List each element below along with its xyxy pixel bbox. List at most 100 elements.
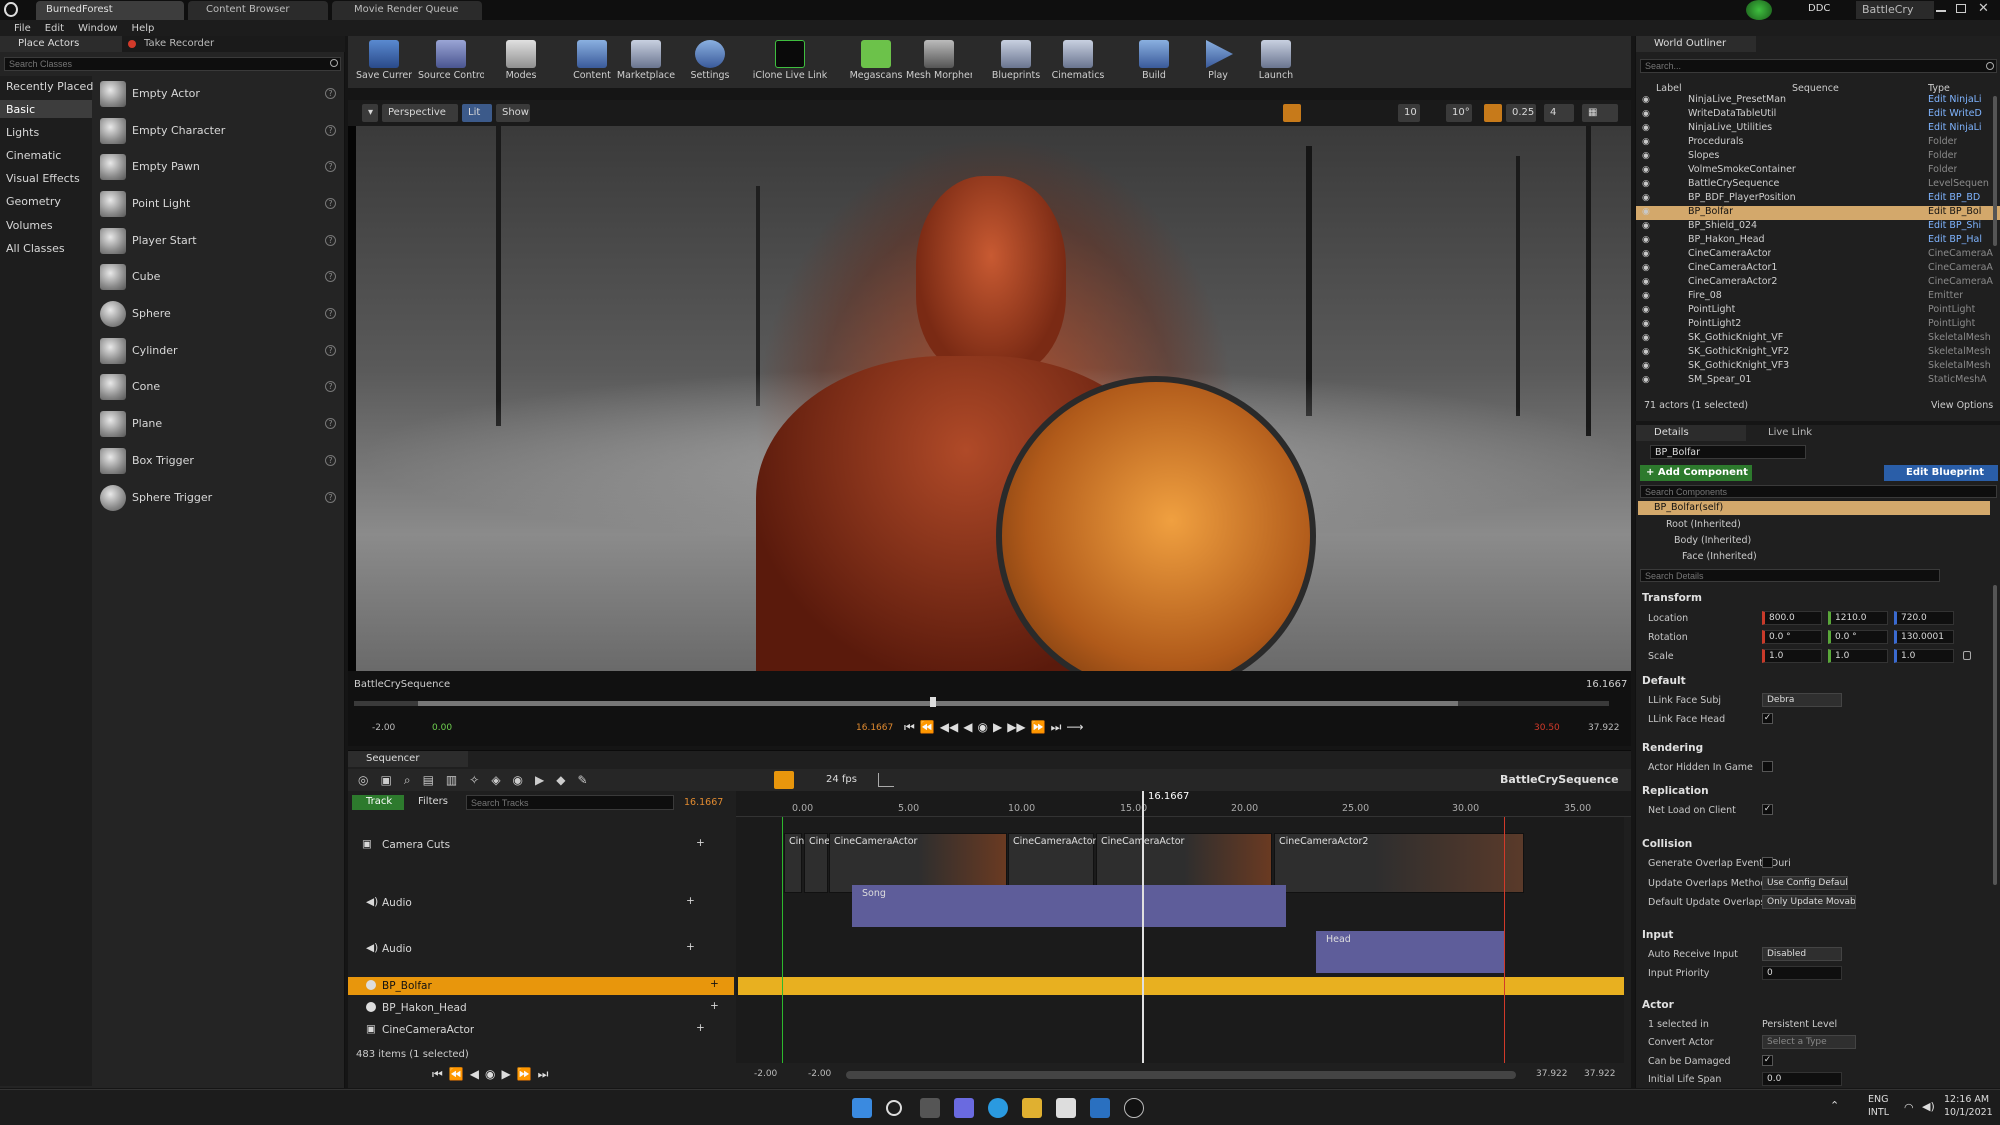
add-icon[interactable]: + <box>686 895 695 907</box>
track-audio-1[interactable]: ◀) Audio + <box>352 887 732 923</box>
outliner-row-type[interactable]: Edit WriteD <box>1928 108 1982 119</box>
help-icon[interactable]: ? <box>325 198 336 209</box>
visibility-eye-icon[interactable]: ◉ <box>1642 347 1650 357</box>
search-classes-input[interactable] <box>4 57 341 71</box>
menu-edit[interactable]: Edit <box>45 23 64 34</box>
tab-burnedforest[interactable]: BurnedForest <box>36 1 184 20</box>
play-icon[interactable]: ▶ <box>501 1067 510 1081</box>
reverse-play-icon[interactable]: ◀ <box>963 720 972 734</box>
outliner-row[interactable]: ◉ BP_Hakon_Head Edit BP_Hal <box>1636 234 2000 248</box>
outliner-row[interactable]: ◉ PointLight2 PointLight <box>1636 318 2000 332</box>
maximize-icon[interactable] <box>1956 4 1966 13</box>
visibility-eye-icon[interactable]: ◉ <box>1642 193 1650 203</box>
section-collision[interactable]: Collision <box>1642 838 1692 850</box>
clock-date[interactable]: 10/1/2021 <box>1944 1107 1993 1118</box>
scene-render[interactable] <box>356 126 1631 696</box>
help-icon[interactable]: ? <box>325 271 336 282</box>
jump-to-end-icon[interactable]: ⏭ <box>538 1067 549 1082</box>
visibility-eye-icon[interactable]: ◉ <box>1642 109 1650 119</box>
visibility-eye-icon[interactable]: ◉ <box>1642 291 1650 301</box>
outliner-row[interactable]: ◉ BP_Shield_024 Edit BP_Shi <box>1636 220 2000 234</box>
outliner-search-input[interactable] <box>1640 59 1997 73</box>
category-lights[interactable]: Lights <box>6 126 39 139</box>
initial-life-field[interactable]: 0.0 <box>1762 1072 1842 1086</box>
visibility-eye-icon[interactable]: ◉ <box>1642 333 1650 343</box>
details-scrollbar[interactable] <box>1993 585 1997 885</box>
outliner-row-type[interactable]: Edit BP_BD <box>1928 192 1980 203</box>
layout-icon[interactable]: ▦ <box>1582 104 1618 122</box>
store-icon[interactable] <box>1056 1098 1076 1118</box>
jump-to-start-icon[interactable]: ⏮ <box>432 1067 443 1082</box>
visibility-eye-icon[interactable]: ◉ <box>1642 221 1650 231</box>
scale-z-field[interactable]: 1.0 <box>1894 649 1954 663</box>
track-camera-cuts[interactable]: ▣ Camera Cuts + <box>352 829 732 865</box>
input-priority-field[interactable]: 0 <box>1762 966 1842 980</box>
update-overlap-dropdown[interactable]: Use Config Default <box>1762 876 1848 890</box>
show-button[interactable]: Show <box>496 104 530 122</box>
save-icon[interactable]: ▣ <box>380 773 391 787</box>
jump-to-start-icon[interactable]: ⏮ <box>904 720 915 735</box>
clock-time[interactable]: 12:16 AM <box>1944 1094 1989 1105</box>
outliner-row-type[interactable]: Edit NinjaLi <box>1928 122 1982 133</box>
camera-cut-clip[interactable]: CineCameraActor1 <box>1008 833 1102 893</box>
menu-help[interactable]: Help <box>132 23 155 34</box>
place-item-cylinder[interactable]: Cylinder? <box>98 335 342 369</box>
outliner-row[interactable]: ◉ SK_GothicKnight_VF2 SkeletalMesh <box>1636 346 2000 360</box>
visibility-icon[interactable]: ◉ <box>513 773 523 787</box>
level-viewport[interactable]: ▾ Perspective Lit Show 10 10° 0.25 4 ▦ B… <box>348 100 1631 746</box>
face-subj-dropdown[interactable]: Debra <box>1762 693 1842 707</box>
view-range-start[interactable]: -2.00 <box>754 1069 777 1079</box>
track-bp-hakon-head[interactable]: BP_Hakon_Head + <box>352 999 732 1017</box>
visibility-eye-icon[interactable]: ◉ <box>1642 95 1650 105</box>
tab-details[interactable]: Details <box>1636 425 1746 441</box>
place-item-empty-pawn[interactable]: Empty Pawn? <box>98 151 342 185</box>
default-update-dropdown[interactable]: Only Update Movable <box>1762 895 1856 909</box>
world-icon[interactable]: ◎ <box>358 773 368 787</box>
visibility-eye-icon[interactable]: ◉ <box>1642 263 1650 273</box>
tab-content-browser[interactable]: Content Browser <box>188 1 328 20</box>
camera-icon[interactable]: ▤ <box>423 773 434 787</box>
ddc-label[interactable]: DDC <box>1808 3 1830 14</box>
loop-icon[interactable]: ⟶ <box>1066 720 1083 734</box>
camera-cut-clip[interactable]: Cine <box>804 833 830 893</box>
scale-snap-icon[interactable] <box>1484 104 1502 122</box>
scale-y-field[interactable]: 1.0 <box>1828 649 1888 663</box>
place-item-cube[interactable]: Cube? <box>98 261 342 295</box>
outliner-row[interactable]: ◉ BattleCrySequence LevelSequen <box>1636 178 2000 192</box>
place-item-empty-actor[interactable]: Empty Actor? <box>98 78 342 112</box>
grid-snap-value[interactable]: 10 <box>1398 104 1420 122</box>
outliner-row[interactable]: ◉ CineCameraActor1 CineCameraA <box>1636 262 2000 276</box>
outliner-row[interactable]: ◉ BP_BDF_PlayerPosition Edit BP_BD <box>1636 192 2000 206</box>
snap-icon[interactable] <box>774 771 794 789</box>
place-item-player-start[interactable]: Player Start? <box>98 225 342 259</box>
place-item-sphere[interactable]: Sphere? <box>98 298 342 332</box>
tab-sequencer[interactable]: Sequencer <box>348 751 468 767</box>
visibility-eye-icon[interactable]: ◉ <box>1642 207 1650 217</box>
wifi-icon[interactable]: ◠ <box>1904 1101 1914 1114</box>
minimize-icon[interactable] <box>1936 10 1946 12</box>
component-root[interactable]: Root (Inherited) <box>1666 519 1741 530</box>
save-current-button[interactable]: Save Current <box>356 36 412 88</box>
column-sequence[interactable]: Sequence <box>1792 83 1839 94</box>
reverse-play-icon[interactable]: ◀ <box>470 1067 479 1081</box>
rotation-x-field[interactable]: 0.0 ° <box>1762 630 1822 644</box>
help-icon[interactable]: ? <box>325 125 336 136</box>
task-view-icon[interactable] <box>920 1098 940 1118</box>
track-audio-2[interactable]: ◀) Audio + <box>352 933 732 969</box>
camera-cut-clip[interactable]: Cin <box>784 833 804 893</box>
rotation-y-field[interactable]: 0.0 ° <box>1828 630 1888 644</box>
tab-movie-render-queue[interactable]: Movie Render Queue <box>332 1 482 20</box>
outliner-row-type[interactable]: Edit BP_Bol <box>1928 206 1981 217</box>
key-icon[interactable]: ◆ <box>556 773 565 787</box>
component-self[interactable]: BP_Bolfar(self) <box>1654 502 1723 513</box>
location-y-field[interactable]: 1210.0 <box>1828 611 1888 625</box>
section-rendering[interactable]: Rendering <box>1642 742 1703 754</box>
filters-button[interactable]: Filters <box>408 796 448 807</box>
outliner-row[interactable]: ◉ NinjaLive_Utilities Edit NinjaLi <box>1636 122 2000 136</box>
tab-take-recorder[interactable]: Take Recorder <box>126 36 236 52</box>
outliner-row[interactable]: ◉ VolmeSmokeContainer Folder <box>1636 164 2000 178</box>
end-marker[interactable] <box>1504 817 1505 1063</box>
blueprints-button[interactable]: Blueprints <box>988 36 1044 88</box>
iclone-live-link-button[interactable]: iClone Live Link <box>748 36 832 88</box>
step-back-icon[interactable]: ⏪ <box>449 1067 464 1081</box>
